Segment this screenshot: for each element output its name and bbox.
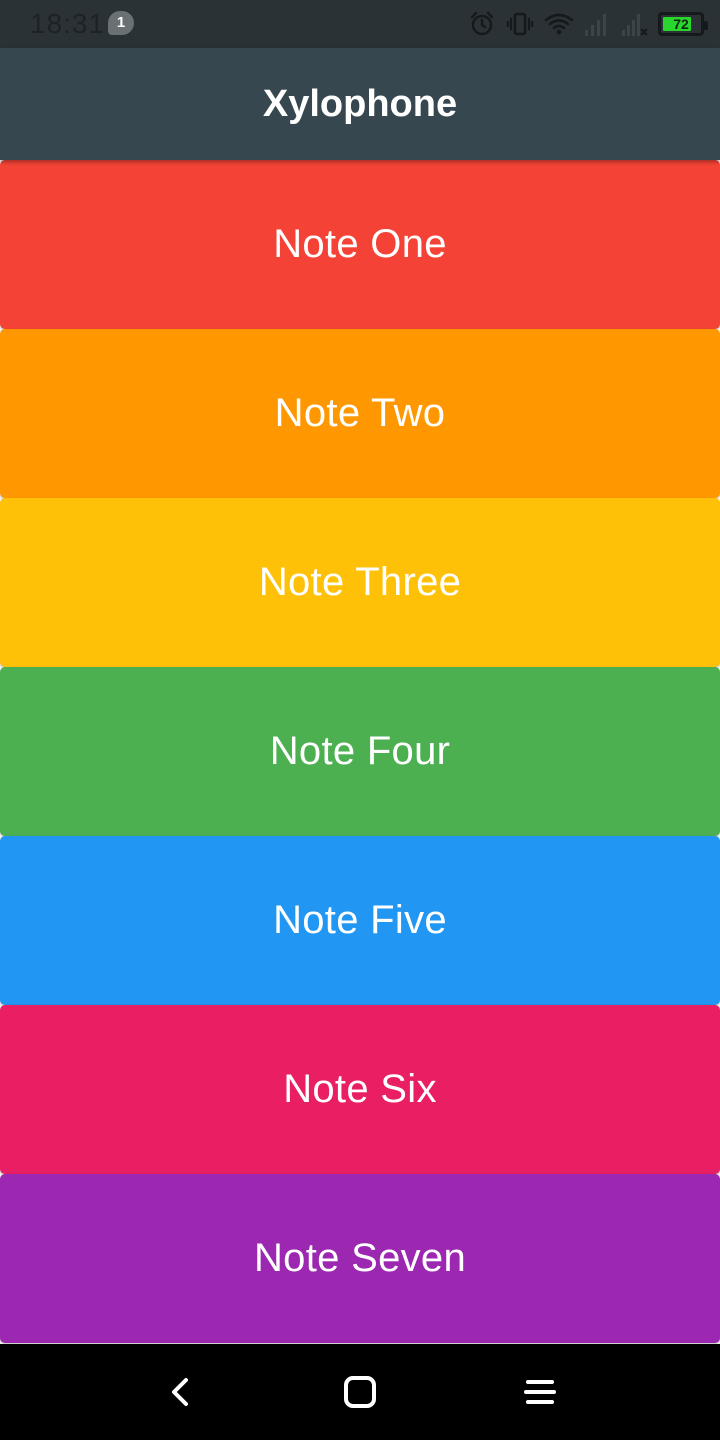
home-button[interactable] (336, 1368, 384, 1416)
key-label: Note Four (269, 729, 451, 773)
wifi-icon (544, 10, 574, 38)
note-seven-key[interactable]: Note Seven (0, 1174, 720, 1343)
note-one-key[interactable]: Note One (0, 160, 720, 329)
status-icons: 72 (468, 8, 708, 40)
key-label: Note Five (273, 898, 447, 942)
navigation-bar (0, 1344, 720, 1440)
app-title: Xylophone (262, 82, 458, 125)
notification-badge: 1 (108, 11, 134, 35)
note-five-key[interactable]: Note Five (0, 836, 720, 1005)
home-icon (344, 1376, 376, 1408)
key-label: Note Six (283, 1067, 437, 1111)
menu-icon (524, 1380, 556, 1404)
signal-off-icon (620, 10, 648, 38)
note-four-key[interactable]: Note Four (0, 667, 720, 836)
key-label: Note Two (274, 391, 446, 435)
status-bar: 18:31 1 72 (0, 0, 720, 48)
key-label: Note Seven (253, 1236, 467, 1280)
vibrate-icon (506, 10, 534, 38)
alarm-icon (468, 10, 496, 38)
back-icon (172, 1378, 188, 1406)
note-two-key[interactable]: Note Two (0, 329, 720, 498)
note-six-key[interactable]: Note Six (0, 1005, 720, 1174)
battery-icon: 72 (658, 12, 708, 36)
status-time: 18:31 (30, 8, 106, 39)
back-button[interactable] (156, 1368, 204, 1416)
note-three-key[interactable]: Note Three (0, 498, 720, 667)
key-label: Note Three (258, 560, 462, 604)
battery-level: 72 (673, 16, 689, 32)
key-label: Note One (273, 222, 447, 266)
xylophone-keys: Note One Note Two Note Three Note Four N… (0, 160, 720, 1344)
app-bar: Xylophone (0, 48, 720, 160)
signal-icon (582, 10, 610, 38)
menu-button[interactable] (516, 1368, 564, 1416)
